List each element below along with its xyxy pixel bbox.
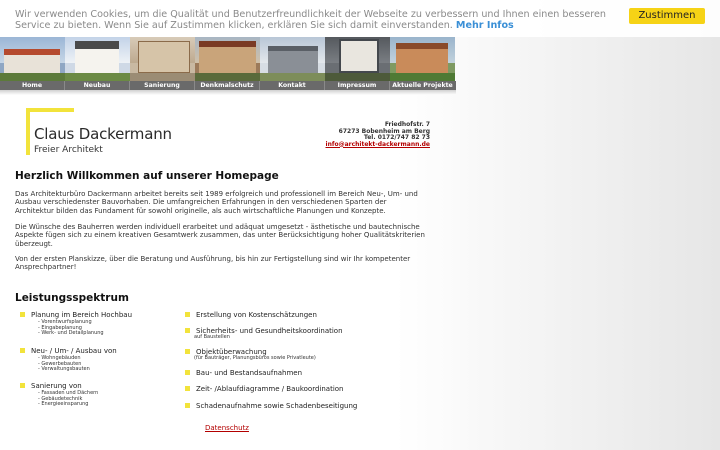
cookie-message: Wir verwenden Cookies, um die Qualität u…: [15, 9, 606, 31]
header-photo-home: [0, 37, 65, 81]
bullet-icon: [185, 349, 190, 354]
bullet-icon: [20, 383, 25, 388]
bullet-icon: [185, 312, 190, 317]
bullet-icon: [185, 403, 190, 408]
nav-item-impressum[interactable]: Impressum: [325, 81, 390, 90]
main-navigation: Home Neubau Sanierung Denkmalschutz Kont…: [0, 81, 456, 90]
privacy-link[interactable]: Datenschutz: [205, 424, 249, 432]
logo-subtitle: Freier Architekt: [34, 145, 103, 155]
service-label: Schadenaufnahme sowie Schadenbeseitigung: [196, 402, 358, 410]
service-label: Sanierung von: [31, 382, 82, 390]
service-label: Erstellung von Kostenschätzungen: [196, 311, 317, 319]
nav-item-home[interactable]: Home: [0, 81, 65, 90]
nav-item-denkmalschutz[interactable]: Denkmalschutz: [195, 81, 260, 90]
service-label: Bau- und Bestandsaufnahmen: [196, 369, 303, 377]
service-label: Zeit- /Ablaufdiagramme / Baukoordination: [196, 385, 344, 393]
service-note-3: (für Bauträger, Planungsbüros sowie Priv…: [194, 355, 316, 361]
nav-item-aktuelle-projekte[interactable]: Aktuelle Projekte: [390, 81, 455, 90]
intro-paragraph-3: Von der ersten Planskizze, über die Bera…: [15, 255, 411, 272]
service-sublist-1: - Vorentwurfsplanung - Eingabeplanung - …: [38, 319, 104, 337]
service-label: Planung im Bereich Hochbau: [31, 311, 133, 319]
header-photo-sanierung: [130, 37, 195, 81]
nav-item-sanierung[interactable]: Sanierung: [130, 81, 195, 90]
header-photo-strip: [0, 37, 456, 81]
service-label: Neu- / Um- / Ausbau von: [31, 347, 117, 355]
service-sub-item: - Energieeinsparung: [38, 401, 89, 408]
cookie-more-info-link[interactable]: Mehr Infos: [456, 20, 514, 31]
cookie-banner: Wir verwenden Cookies, um die Qualität u…: [0, 0, 720, 37]
service-sublist-3: - Fassaden und Dächern - Gebäudetechnik …: [38, 390, 98, 408]
nav-item-neubau[interactable]: Neubau: [65, 81, 130, 90]
service-sublist-2: - Wohngebäuden - Gewerbebauten - Verwalt…: [38, 355, 90, 373]
nav-item-kontakt[interactable]: Kontakt: [260, 81, 325, 90]
intro-paragraph-1: Das Architekturbüro Dackermann arbeitet …: [15, 190, 418, 215]
address-email-link[interactable]: info@architekt-dackermann.de: [326, 141, 430, 149]
logo-bracket-vertical: [26, 108, 30, 155]
bullet-icon: [20, 312, 25, 317]
bullet-icon: [185, 370, 190, 375]
bullet-icon: [185, 328, 190, 333]
service-sub-item: - Werk- und Detailplanung: [38, 330, 104, 337]
logo-bracket-horizontal: [26, 108, 74, 112]
header-photo-denkmalschutz: [195, 37, 260, 81]
service-sub-item: - Verwaltungsbauten: [38, 366, 90, 373]
page-heading: Herzlich Willkommen auf unserer Homepage: [15, 170, 279, 182]
intro-paragraph-2: Die Wünsche des Bauherren werden individ…: [15, 223, 425, 248]
logo-name: Claus Dackermann: [34, 125, 172, 143]
header-photo-neubau: [65, 37, 130, 81]
nav-shadow: [0, 90, 456, 95]
contact-address: Friedhofstr. 7 67273 Bobenheim am Berg T…: [326, 121, 430, 149]
bullet-icon: [20, 348, 25, 353]
services-heading: Leistungsspektrum: [15, 292, 129, 304]
header-photo-kontakt: [260, 37, 325, 81]
header-photo-projekte: [390, 37, 455, 81]
header-photo-impressum: [325, 37, 390, 81]
cookie-accept-button[interactable]: Zustimmen: [629, 8, 705, 24]
service-note-2: auf Baustellen: [194, 334, 230, 340]
cookie-text: Wir verwenden Cookies, um die Qualität u…: [15, 9, 615, 31]
bullet-icon: [185, 386, 190, 391]
